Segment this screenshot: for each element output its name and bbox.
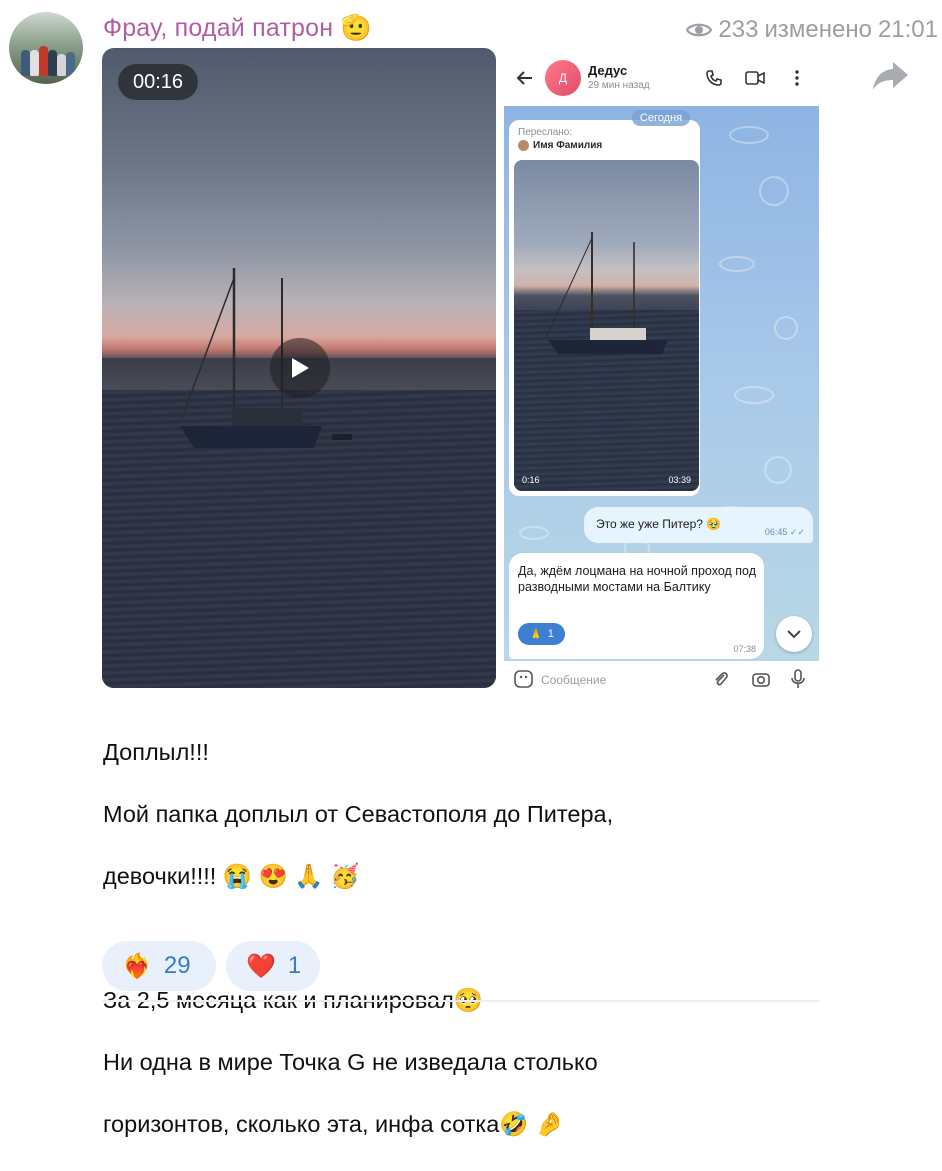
post-caption: Доплыл!!! Мой папка доплыл от Севастопол… bbox=[103, 706, 803, 1171]
chat-header: Д Дедус 29 мин назад bbox=[504, 48, 819, 106]
incoming-reaction-count: 1 bbox=[547, 628, 554, 640]
channel-name[interactable]: Фрау, подай патрон 🫡 bbox=[103, 14, 372, 43]
attach-icon bbox=[715, 672, 728, 686]
message-input-bar: Сообщение bbox=[504, 663, 819, 693]
forwarded-video-position: 0:16 bbox=[522, 475, 540, 485]
view-count: 233 bbox=[718, 16, 759, 43]
eye-icon bbox=[686, 23, 713, 37]
message-input-placeholder: Сообщение bbox=[541, 673, 607, 687]
post-time: 21:01 bbox=[877, 16, 938, 43]
caption-line: девочки!!!! 😭 😍 🙏 🥳 bbox=[103, 863, 360, 889]
camera-icon bbox=[752, 673, 770, 687]
video-call-icon bbox=[745, 71, 765, 85]
heart-emoji: ❤️ bbox=[246, 952, 276, 980]
forwarded-video-duration: 03:39 bbox=[668, 475, 691, 485]
date-chip: Сегодня bbox=[632, 110, 690, 126]
video-player[interactable]: 00:16 bbox=[102, 48, 496, 688]
contact-avatar: Д bbox=[545, 60, 581, 96]
caption-line: Мой папка доплыл от Севастополя до Питер… bbox=[103, 801, 614, 827]
reaction-count: 1 bbox=[287, 952, 302, 979]
forwarded-avatar bbox=[518, 140, 529, 151]
chat-screenshot: Д Дедус 29 мин назад Переслано: Имя Фами… bbox=[504, 48, 819, 693]
outgoing-text: Это же уже Питер? 🥹 bbox=[596, 517, 722, 531]
outgoing-time: 06:45 ✓✓ bbox=[765, 527, 805, 538]
incoming-reaction-emoji: 🙏 bbox=[529, 628, 543, 641]
forwarded-video: 0:16 03:39 bbox=[514, 160, 699, 491]
microphone-icon bbox=[791, 669, 805, 688]
heart-on-fire-emoji: ❤️‍🔥 bbox=[122, 952, 152, 980]
scroll-down-button bbox=[776, 616, 812, 652]
incoming-time: 07:38 bbox=[733, 644, 756, 654]
post-meta: 233 изменено 21:01 bbox=[686, 16, 938, 44]
reaction-heart-on-fire[interactable]: ❤️‍🔥 29 bbox=[102, 941, 216, 991]
post-divider bbox=[102, 1000, 820, 1002]
caption-line: Ни одна в мире Точка G не изведала столь… bbox=[103, 1049, 598, 1075]
reaction-count: 29 bbox=[163, 952, 191, 979]
channel-avatar[interactable] bbox=[9, 12, 83, 84]
sticker-icon bbox=[514, 670, 533, 688]
channel-emoji: 🫡 bbox=[340, 14, 372, 42]
contact-last-seen: 29 мин назад bbox=[588, 80, 650, 91]
incoming-text: Да, ждём лоцмана на ночной проход под ра… bbox=[518, 564, 757, 594]
forwarded-name: Имя Фамилия bbox=[533, 140, 603, 151]
chevron-down-icon bbox=[787, 629, 801, 638]
forwarded-from: Имя Фамилия bbox=[518, 140, 602, 151]
video-duration-badge: 00:16 bbox=[118, 64, 198, 100]
more-icon bbox=[795, 70, 799, 86]
outgoing-time-text: 06:45 bbox=[764, 527, 788, 537]
forwarded-sailboat-image bbox=[545, 232, 668, 354]
forwarded-message: Переслано: Имя Фамилия 0:16 03:39 bbox=[509, 120, 700, 496]
incoming-message: Да, ждём лоцмана на ночной проход под ра… bbox=[509, 553, 764, 659]
forward-icon[interactable] bbox=[871, 58, 911, 94]
back-arrow-icon bbox=[516, 71, 532, 85]
phone-icon bbox=[706, 70, 722, 86]
reaction-heart[interactable]: ❤️ 1 bbox=[226, 941, 320, 991]
channel-name-text: Фрау, подай патрон bbox=[103, 14, 334, 42]
edited-label: изменено bbox=[764, 16, 872, 43]
incoming-reaction: 🙏 1 bbox=[518, 623, 565, 645]
reactions-bar: ❤️‍🔥 29 ❤️ 1 bbox=[102, 941, 320, 991]
outgoing-message: Это же уже Питер? 🥹 06:45 ✓✓ bbox=[584, 507, 813, 543]
caption-line: Доплыл!!! bbox=[103, 739, 209, 765]
contact-initial: Д bbox=[558, 71, 568, 85]
play-button[interactable] bbox=[270, 338, 330, 398]
contact-name: Дедус bbox=[588, 63, 628, 78]
forwarded-label: Переслано: bbox=[518, 127, 573, 138]
caption-line: горизонтов, сколько эта, инфа сотка🤣 🤌 bbox=[103, 1111, 565, 1137]
play-icon bbox=[292, 358, 309, 378]
double-check-icon: ✓✓ bbox=[789, 527, 805, 537]
